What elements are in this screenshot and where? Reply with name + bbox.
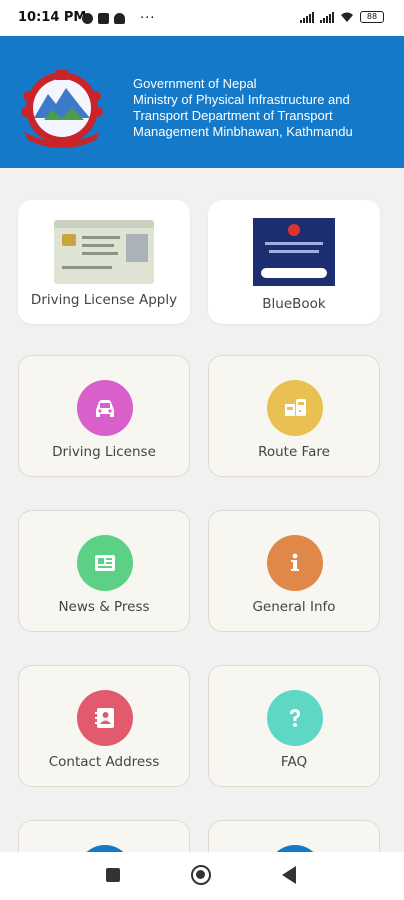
wifi-icon <box>341 12 353 22</box>
system-navigation-bar <box>0 852 404 900</box>
car-icon <box>77 380 133 436</box>
notification-icon <box>114 13 125 24</box>
contact-address-card[interactable]: Contact Address <box>18 665 190 787</box>
home-button[interactable] <box>191 865 211 885</box>
notification-icons: ··· <box>82 11 155 26</box>
more-notifications-icon: ··· <box>140 11 156 26</box>
question-icon <box>267 690 323 746</box>
driving-license-card[interactable]: Driving License <box>18 355 190 477</box>
news-press-card[interactable]: News & Press <box>18 510 190 632</box>
header-title: Government of Nepal Ministry of Physical… <box>133 76 353 140</box>
status-bar: 10:14 PM ··· 88 <box>0 0 404 36</box>
signal-icon <box>320 12 334 23</box>
route-fare-card[interactable]: Route Fare <box>208 355 380 477</box>
driving-license-apply-label: Driving License Apply <box>30 292 178 308</box>
menu-card-partial[interactable] <box>208 820 380 852</box>
recent-apps-button[interactable] <box>106 868 120 882</box>
faq-label: FAQ <box>280 754 308 770</box>
contact-book-icon <box>77 690 133 746</box>
driving-license-apply-card[interactable]: Driving License Apply <box>18 200 190 324</box>
bluebook-image <box>253 218 335 286</box>
driving-license-label: Driving License <box>52 444 156 460</box>
system-icons: 88 <box>300 11 384 23</box>
status-time: 10:14 PM <box>18 10 87 25</box>
notification-icon <box>98 13 109 24</box>
menu-card-partial[interactable] <box>18 820 190 852</box>
news-press-label: News & Press <box>58 599 150 615</box>
contact-address-label: Contact Address <box>48 754 160 770</box>
bus-icon <box>267 380 323 436</box>
menu-icon-partial <box>267 845 323 852</box>
header-line: Transport Department of Transport <box>133 108 333 123</box>
back-button[interactable] <box>282 866 296 884</box>
route-fare-label: Route Fare <box>258 444 330 460</box>
faq-card[interactable]: FAQ <box>208 665 380 787</box>
app-header: Government of Nepal Ministry of Physical… <box>0 36 404 168</box>
battery-icon: 88 <box>360 11 384 23</box>
signal-icon <box>300 12 314 23</box>
header-line: Government of Nepal <box>133 76 257 91</box>
menu-icon-partial <box>77 845 133 852</box>
header-line: Management Minbhawan, Kathmandu <box>133 124 353 139</box>
license-card-image <box>54 220 154 284</box>
bluebook-card[interactable]: BlueBook <box>208 200 380 324</box>
notification-icon <box>82 13 93 24</box>
general-info-label: General Info <box>252 599 336 615</box>
bluebook-label: BlueBook <box>262 296 326 312</box>
newspaper-icon <box>77 535 133 591</box>
header-line: Ministry of Physical Infrastructure and <box>133 92 350 107</box>
info-icon <box>267 535 323 591</box>
nepal-emblem-logo <box>21 70 103 148</box>
general-info-card[interactable]: General Info <box>208 510 380 632</box>
